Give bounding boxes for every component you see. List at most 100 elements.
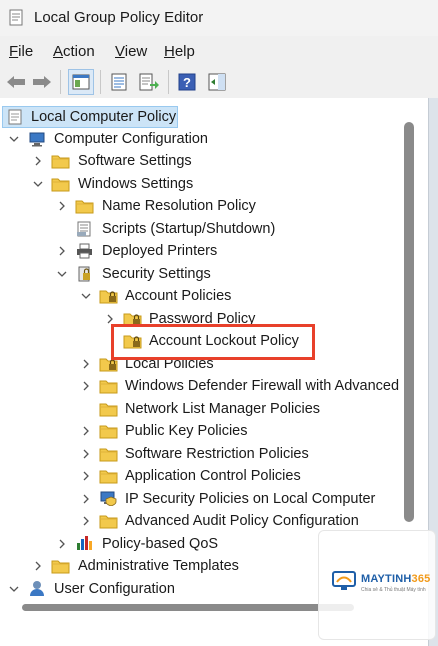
menu-view[interactable]: View [115, 43, 147, 60]
watermark-brand-text: MAYTINH [361, 573, 412, 585]
menu-action[interactable]: Action [53, 43, 95, 60]
monitor-logo-icon [332, 571, 356, 590]
show-hide-tree-icon [72, 74, 90, 90]
chevron-down-icon[interactable] [56, 268, 68, 280]
tree-node-application-control[interactable]: Application Control Policies [6, 465, 366, 487]
tree-label: Network List Manager Policies [125, 401, 321, 417]
chevron-right-icon[interactable] [56, 245, 68, 257]
tree-label: Local Computer Policy [31, 109, 177, 125]
printer-icon [77, 243, 92, 259]
tree-node-local-computer-policy[interactable]: Local Computer Policy [6, 106, 186, 128]
properties-icon [111, 73, 127, 91]
folder-icon [99, 378, 118, 394]
tree-node-advanced-audit[interactable]: Advanced Audit Policy Configuration [6, 510, 366, 532]
help-button[interactable]: ? [174, 69, 200, 95]
watermark-tagline: Chia sẻ & Thủ thuật Máy tính [361, 587, 426, 593]
policy-editor-app-icon [9, 9, 23, 26]
tree-label: Windows Defender Firewall with Advanced [125, 378, 400, 394]
tree-node-software-settings[interactable]: Software Settings [6, 150, 266, 172]
highlight-annotation-box [111, 324, 315, 360]
forward-arrow-icon [33, 76, 51, 88]
tree-node-name-resolution-policy[interactable]: Name Resolution Policy [6, 195, 306, 217]
tree-label: Public Key Policies [125, 423, 248, 439]
properties-button[interactable] [106, 69, 132, 95]
tree-node-public-key-policies[interactable]: Public Key Policies [6, 420, 366, 442]
folder-icon [99, 423, 118, 439]
window-title: Local Group Policy Editor [34, 9, 204, 26]
export-list-button[interactable] [136, 69, 162, 95]
forward-button[interactable] [29, 69, 55, 95]
toolbar: ? [0, 64, 438, 99]
chevron-right-icon[interactable] [80, 448, 92, 460]
chevron-right-icon[interactable] [80, 425, 92, 437]
folder-icon [99, 401, 118, 417]
chevron-down-icon[interactable] [8, 133, 20, 145]
watermark-brand: MAYTINH365 [361, 573, 430, 585]
tree-node-security-settings[interactable]: Security Settings [6, 263, 306, 285]
back-button[interactable] [3, 69, 29, 95]
chevron-right-icon[interactable] [32, 560, 44, 572]
menu-bar: File Action View Help [0, 38, 438, 64]
tree-label: Computer Configuration [54, 131, 208, 147]
tree-label: Software Settings [78, 153, 192, 169]
show-hide-tree-button[interactable] [68, 69, 94, 95]
tree-node-administrative-templates[interactable]: Administrative Templates [6, 555, 306, 577]
chevron-down-icon[interactable] [8, 583, 20, 595]
locked-folder-icon [99, 288, 118, 304]
tree-label: User Configuration [54, 581, 175, 597]
show-action-pane-button[interactable] [204, 69, 230, 95]
tree-node-account-policies[interactable]: Account Policies [6, 285, 306, 307]
tree-node-ip-security[interactable]: IP Security Policies on Local Computer [6, 488, 376, 510]
chevron-right-icon[interactable] [80, 515, 92, 527]
folder-icon [51, 558, 70, 574]
tree-label: Application Control Policies [125, 468, 301, 484]
policy-document-icon [8, 109, 22, 125]
tree-label: Windows Settings [78, 176, 194, 192]
tree-node-windows-defender-firewall[interactable]: Windows Defender Firewall with Advanced [6, 375, 404, 397]
vertical-scrollbar-thumb[interactable] [404, 122, 414, 522]
tree-node-software-restriction[interactable]: Software Restriction Policies [6, 443, 366, 465]
folder-icon [99, 468, 118, 484]
chevron-right-icon[interactable] [56, 200, 68, 212]
watermark-logo: MAYTINH365 Chia sẻ & Thủ thuật Máy tính [318, 530, 436, 640]
chevron-down-icon[interactable] [32, 178, 44, 190]
show-action-pane-icon [208, 73, 226, 91]
tree-node-windows-settings[interactable]: Windows Settings [6, 173, 266, 195]
security-settings-icon [78, 266, 90, 282]
tree-label: IP Security Policies on Local Computer [125, 491, 376, 507]
tree-label: Name Resolution Policy [102, 198, 256, 214]
folder-icon [99, 513, 118, 529]
chevron-right-icon[interactable] [80, 493, 92, 505]
chevron-right-icon[interactable] [80, 470, 92, 482]
chevron-down-icon[interactable] [80, 290, 92, 302]
tree-node-network-list-manager[interactable]: Network List Manager Policies [6, 398, 366, 420]
tree-node-scripts[interactable]: Scripts (Startup/Shutdown) [6, 218, 306, 240]
folder-icon [51, 176, 70, 192]
folder-icon [51, 153, 70, 169]
tree-node-deployed-printers[interactable]: Deployed Printers [6, 240, 306, 262]
tree-label: Policy-based QoS [102, 536, 219, 552]
chevron-right-icon[interactable] [80, 380, 92, 392]
export-list-icon [139, 73, 159, 91]
toolbar-separator [60, 70, 61, 94]
tree-label: Administrative Templates [78, 558, 239, 574]
back-arrow-icon [7, 76, 25, 88]
tree-node-computer-configuration[interactable]: Computer Configuration [6, 128, 266, 150]
tree-node-user-configuration[interactable]: User Configuration [6, 578, 306, 600]
help-icon: ? [178, 73, 196, 91]
tree-label: Software Restriction Policies [125, 446, 309, 462]
menu-file[interactable]: File [9, 43, 33, 60]
folder-icon [75, 198, 94, 214]
horizontal-scrollbar-thumb[interactable] [22, 604, 354, 611]
tree-label: Advanced Audit Policy Configuration [125, 513, 359, 529]
toolbar-separator [100, 70, 101, 94]
chevron-right-icon[interactable] [56, 538, 68, 550]
chevron-right-icon[interactable] [80, 358, 92, 370]
bar-chart-icon [77, 536, 92, 550]
user-icon [30, 581, 44, 596]
tree-node-policy-based-qos[interactable]: Policy-based QoS [6, 533, 306, 555]
watermark-brand-number: 365 [411, 573, 431, 585]
menu-help[interactable]: Help [164, 43, 195, 60]
ip-security-icon [100, 491, 117, 506]
chevron-right-icon[interactable] [32, 155, 44, 167]
